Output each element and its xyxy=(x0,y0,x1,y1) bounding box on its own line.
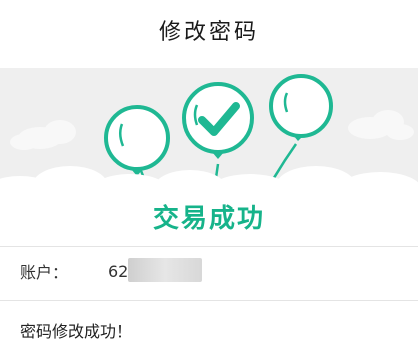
header-bar: 修改密码 xyxy=(0,0,418,60)
balloon-left xyxy=(104,105,170,176)
divider xyxy=(0,300,418,301)
password-change-result-screen: 修改密码 交易成功 账户： 62 密码修改成功！ xyxy=(0,0,418,356)
success-message: 密码修改成功！ xyxy=(20,322,133,341)
account-number-mask xyxy=(128,258,202,282)
cloud-decoration-right xyxy=(348,110,414,140)
success-status-text: 交易成功 xyxy=(152,204,265,234)
balloon-center xyxy=(182,82,254,159)
account-label: 账户： xyxy=(20,263,69,282)
account-number: 62 xyxy=(108,261,129,281)
account-row: 账户： 62 xyxy=(0,246,418,296)
cloud-decoration-left xyxy=(10,120,76,150)
page-title: 修改密码 xyxy=(158,20,259,45)
balloon-right xyxy=(269,74,333,141)
